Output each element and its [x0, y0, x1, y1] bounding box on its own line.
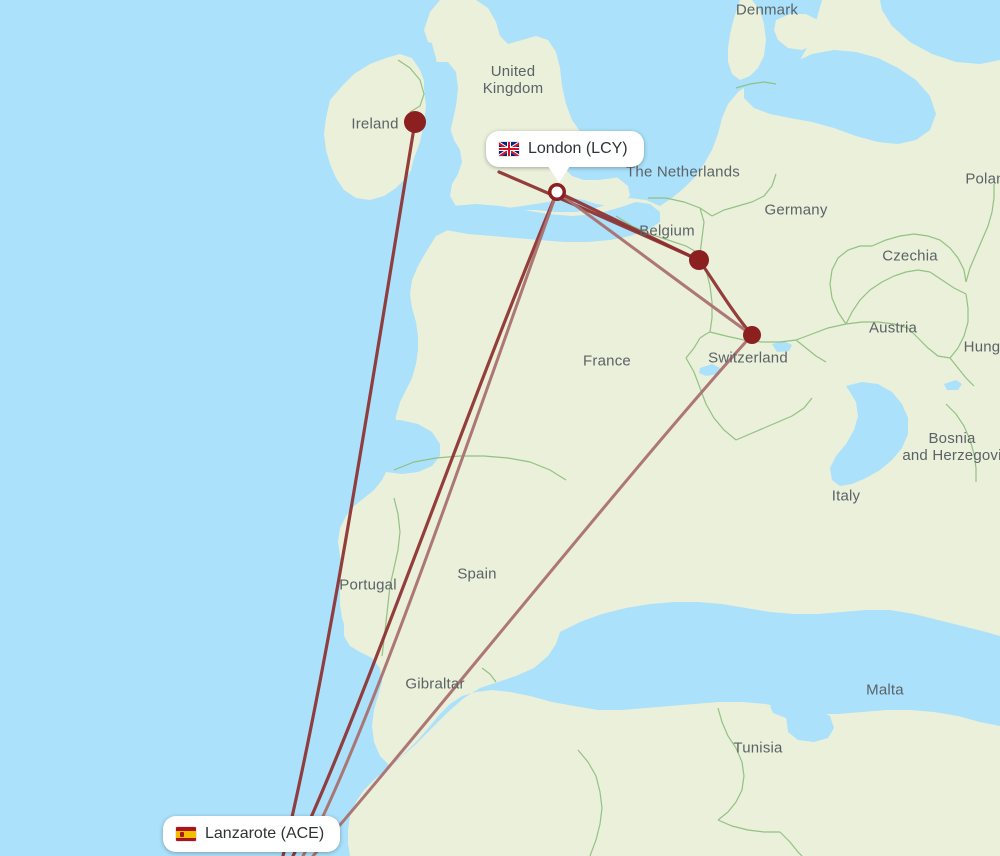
waypoint-luxembourg — [689, 250, 709, 270]
callout-tail-london — [548, 166, 570, 183]
es-flag-icon — [176, 827, 196, 841]
waypoint-zurich — [743, 326, 761, 344]
airport-label-lanzarote: Lanzarote (ACE) — [205, 825, 325, 842]
land-great-britain — [432, 0, 630, 214]
airport-callout-london[interactable]: London (LCY) — [486, 131, 644, 183]
airport-label-london: London (LCY) — [528, 140, 628, 157]
water-biscay — [336, 420, 440, 474]
gb-flag-icon — [499, 142, 519, 156]
airport-callout-lanzarote[interactable]: Lanzarote (ACE) — [163, 816, 341, 852]
landmass-layer — [300, 0, 1000, 856]
land-denmark — [728, 0, 766, 80]
airport-marker-lcy-inner — [551, 186, 563, 198]
map-canvas — [281, 0, 1000, 856]
flight-route-map[interactable]: Denmark United Kingdom Ireland The Netherla… — [0, 0, 1000, 856]
waypoint-dublin — [404, 111, 426, 133]
